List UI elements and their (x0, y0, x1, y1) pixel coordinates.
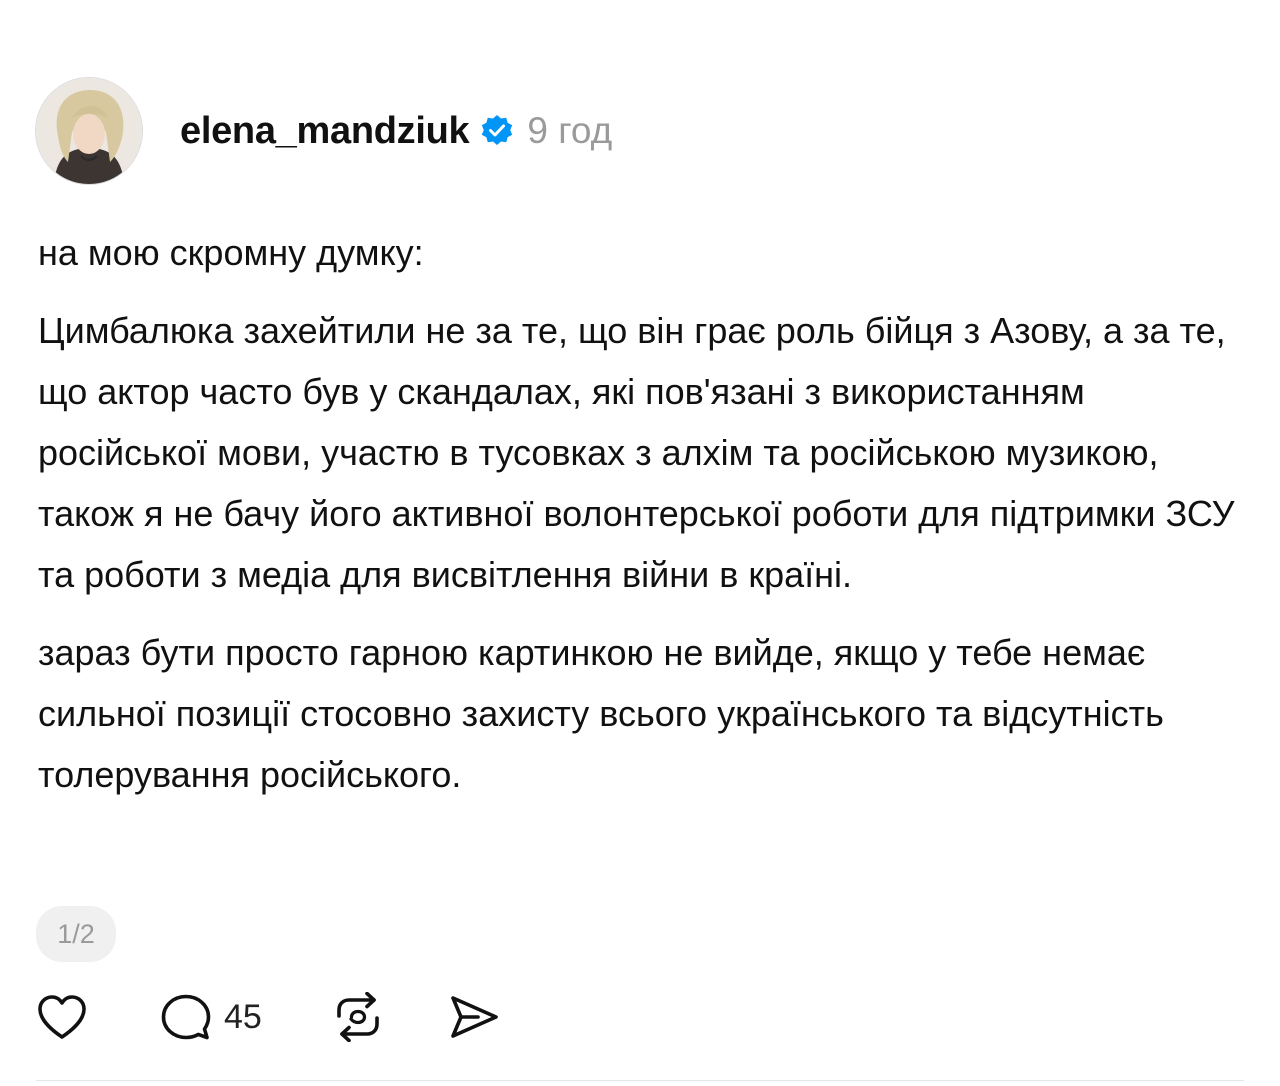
avatar[interactable] (36, 78, 142, 184)
post-header: elena_mandziuk 9 год (180, 106, 612, 156)
verified-badge-icon (479, 113, 515, 149)
post-paragraph: Цимбалюка захейтили не за те, що він гра… (38, 310, 1235, 595)
send-icon (451, 996, 498, 1038)
post-timestamp: 9 год (527, 110, 613, 151)
post-text: на мою скромну думку: Цимбалюка захейтил… (38, 222, 1253, 805)
share-button[interactable] (448, 993, 500, 1041)
comment-icon (161, 994, 211, 1040)
heart-icon (38, 995, 86, 1039)
divider (36, 1080, 1244, 1081)
post-paragraph: зараз бути просто гарною картинкою не ви… (38, 632, 1164, 795)
repost-button[interactable] (332, 992, 384, 1042)
post-paragraph: на мою скромну думку: (38, 232, 424, 273)
avatar-image (36, 78, 142, 184)
comment-count: 45 (224, 997, 262, 1036)
repost-icon (337, 992, 379, 1042)
action-bar: 45 (36, 992, 500, 1042)
username[interactable]: elena_mandziuk (180, 110, 470, 153)
page-indicator: 1/2 (36, 906, 116, 962)
like-button[interactable] (36, 993, 88, 1041)
comment-button[interactable]: 45 (160, 993, 262, 1041)
